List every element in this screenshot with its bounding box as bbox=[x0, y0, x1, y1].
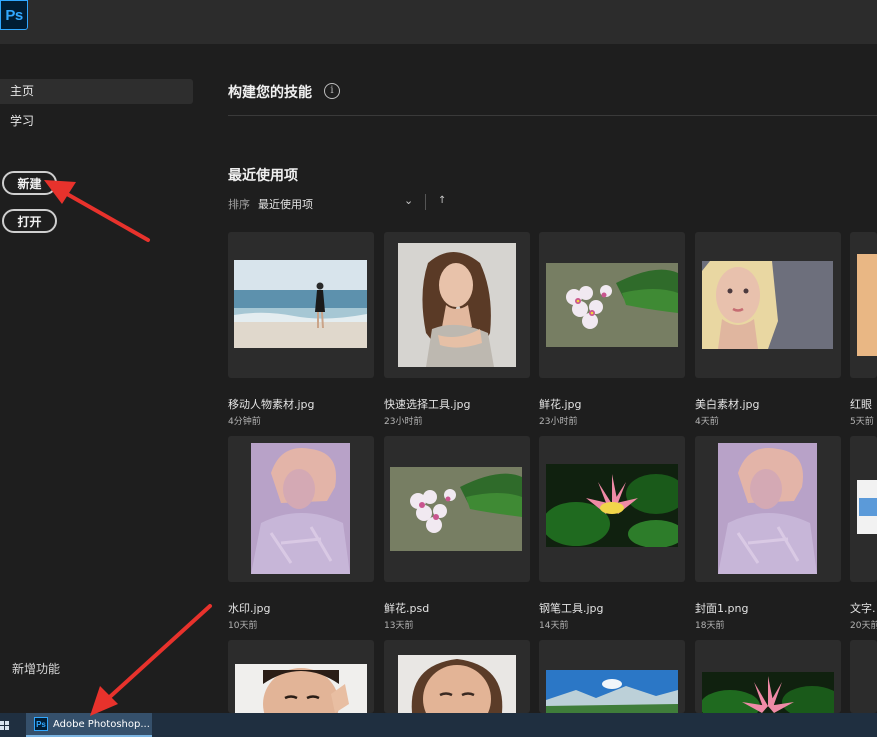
recent-file-card[interactable] bbox=[228, 640, 374, 713]
file-name[interactable]: 水印.jpg bbox=[228, 600, 271, 616]
sort-direction-icon[interactable]: ↑ bbox=[438, 195, 446, 206]
recent-file-card[interactable] bbox=[850, 436, 877, 582]
file-thumbnail bbox=[251, 443, 350, 574]
open-button[interactable]: 打开 bbox=[2, 209, 57, 233]
chevron-down-icon[interactable]: ⌄ bbox=[404, 194, 413, 207]
file-time: 13天前 bbox=[384, 621, 414, 631]
section-title-recent: 最近使用项 bbox=[228, 168, 298, 184]
file-time: 23小时前 bbox=[384, 417, 423, 427]
file-name[interactable]: 钢笔工具.jpg bbox=[539, 600, 604, 616]
file-time: 5天前 bbox=[850, 417, 874, 427]
file-time: 18天前 bbox=[695, 621, 725, 631]
file-thumbnail bbox=[546, 263, 678, 347]
file-time: 4分钟前 bbox=[228, 417, 261, 427]
file-thumbnail bbox=[546, 464, 678, 547]
recent-file-card[interactable] bbox=[384, 640, 530, 713]
whats-new-link[interactable]: 新增功能 bbox=[12, 660, 60, 677]
divider bbox=[425, 194, 426, 210]
sort-label: 排序 bbox=[228, 198, 250, 211]
file-thumbnail bbox=[390, 467, 522, 551]
windows-start-icon[interactable] bbox=[0, 713, 12, 737]
file-thumbnail bbox=[398, 655, 516, 713]
sidebar-item-label: 主页 bbox=[10, 84, 35, 98]
file-thumbnail bbox=[702, 672, 834, 713]
file-thumbnail bbox=[718, 443, 817, 574]
divider bbox=[228, 115, 877, 116]
recent-file-card[interactable] bbox=[228, 232, 374, 378]
sidebar-item-label: 学习 bbox=[10, 114, 35, 128]
file-thumbnail bbox=[702, 261, 833, 349]
file-name[interactable]: 封面1.png bbox=[695, 600, 748, 616]
file-thumbnail bbox=[546, 670, 678, 713]
recent-file-card[interactable] bbox=[695, 232, 841, 378]
file-thumbnail bbox=[857, 480, 877, 534]
file-name[interactable]: 快速选择工具.jpg bbox=[384, 396, 471, 412]
file-time: 14天前 bbox=[539, 621, 569, 631]
file-name[interactable]: 美白素材.jpg bbox=[695, 396, 760, 412]
file-name[interactable]: 鲜花.jpg bbox=[539, 396, 582, 412]
recent-file-card[interactable] bbox=[384, 232, 530, 378]
file-time: 4天前 bbox=[695, 417, 719, 427]
file-thumbnail bbox=[234, 260, 367, 348]
photoshop-icon: Ps bbox=[34, 717, 48, 731]
title-bar: Ps bbox=[0, 0, 877, 44]
file-thumbnail bbox=[235, 664, 367, 713]
file-time: 23小时前 bbox=[539, 417, 578, 427]
sort-dropdown[interactable]: 最近使用项 bbox=[258, 196, 313, 212]
recent-file-card[interactable] bbox=[539, 436, 685, 582]
sidebar: 主页 学习 新建 打开 新增功能 bbox=[0, 44, 200, 713]
info-icon[interactable]: i bbox=[324, 83, 340, 99]
photoshop-logo-text: Ps bbox=[5, 6, 23, 24]
main-content: 构建您的技能 i 最近使用项 排序 最近使用项 ⌄ ↑ 移动人物素材.jpg 4… bbox=[200, 44, 877, 713]
section-title-skills: 构建您的技能 bbox=[228, 85, 312, 101]
recent-file-card[interactable] bbox=[695, 436, 841, 582]
recent-file-card[interactable] bbox=[384, 436, 530, 582]
os-taskbar: Ps Adobe Photoshop... bbox=[0, 713, 877, 737]
recent-file-card[interactable] bbox=[695, 640, 841, 713]
recent-file-card[interactable] bbox=[539, 640, 685, 713]
taskbar-app-label: Adobe Photoshop... bbox=[53, 718, 150, 730]
file-thumbnail bbox=[398, 243, 516, 367]
sidebar-item-home[interactable]: 主页 bbox=[0, 79, 193, 104]
taskbar-app-photoshop[interactable]: Ps Adobe Photoshop... bbox=[26, 713, 152, 737]
file-thumbnail bbox=[857, 254, 877, 356]
file-name[interactable]: 红眼 bbox=[850, 396, 872, 412]
recent-file-card[interactable] bbox=[539, 232, 685, 378]
file-name[interactable]: 文字. bbox=[850, 600, 876, 616]
file-time: 10天前 bbox=[228, 621, 258, 631]
photoshop-logo[interactable]: Ps bbox=[0, 0, 28, 30]
file-name[interactable]: 移动人物素材.jpg bbox=[228, 396, 315, 412]
file-name[interactable]: 鲜花.psd bbox=[384, 600, 429, 616]
recent-file-card[interactable] bbox=[850, 232, 877, 378]
recent-file-card[interactable] bbox=[228, 436, 374, 582]
sidebar-item-learn[interactable]: 学习 bbox=[0, 109, 193, 134]
recent-file-card[interactable] bbox=[850, 640, 877, 713]
file-time: 20天前 bbox=[850, 621, 877, 631]
new-button[interactable]: 新建 bbox=[2, 171, 57, 195]
